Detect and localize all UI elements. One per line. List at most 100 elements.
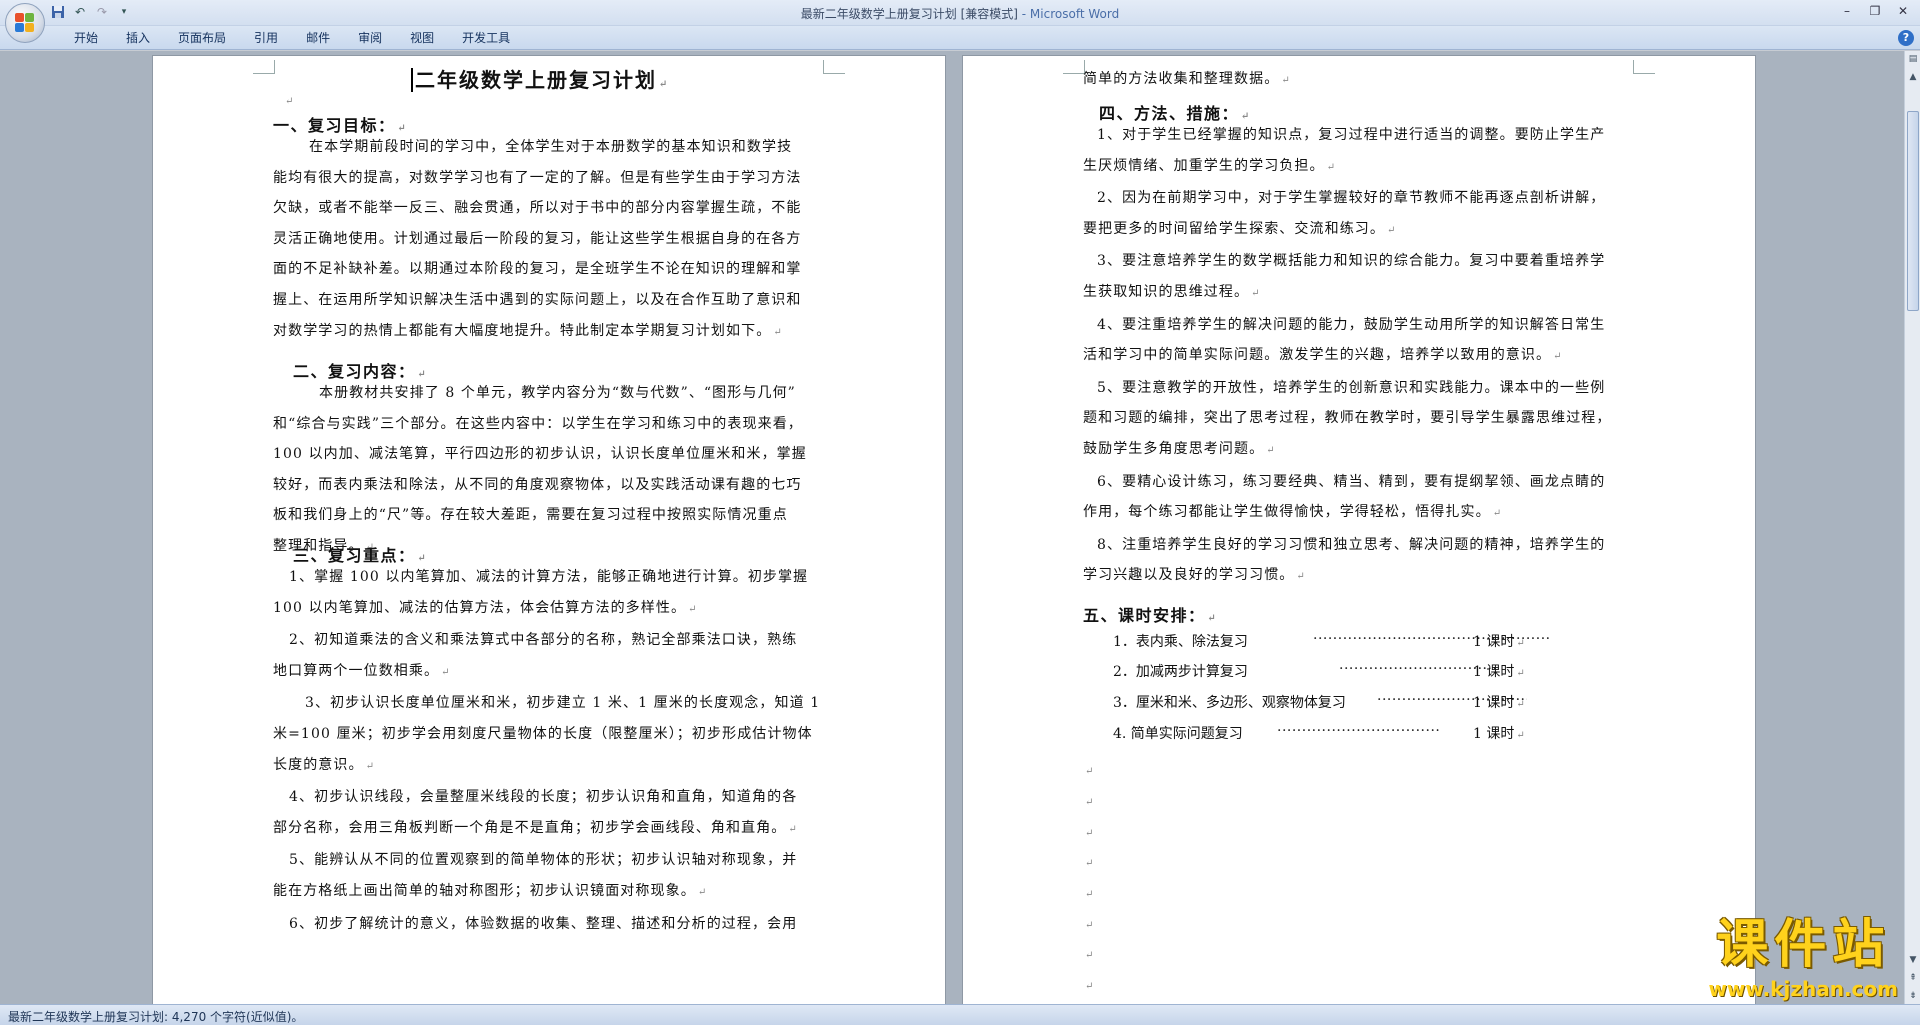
- schedule-period: 1 课时 ↵: [1473, 661, 1525, 681]
- schedule-row: 3．厘米和米、多边形、观察物体复习 ······················…: [1113, 692, 1553, 712]
- body-line: 和“综合与实践”三个部分。在这些内容中：以学生在学习和练习中的表现来看，: [273, 415, 803, 432]
- body-line: 3、初步认识长度单位厘米和米，初步建立 1 米、1 厘米的长度观念，知道 1: [305, 695, 821, 712]
- document-area: 二年级数学上册复习计划 ↵ ↵ 一、复习目标： ↵ 在本学期前段时间的学习中，全体学…: [0, 51, 1904, 1004]
- para-mark: ↵: [1251, 287, 1261, 299]
- minimize-icon[interactable]: –: [1834, 2, 1860, 20]
- body-line-text: 部分名称，会用三角板判断一个角是不是直角；初步学会画线段、角和直角。: [273, 819, 787, 836]
- body-line-text: 生获取知识的思维过程。: [1083, 283, 1250, 300]
- tab-developer[interactable]: 开发工具: [448, 30, 524, 46]
- schedule-item-name: 4. 简单实际问题复习: [1113, 726, 1243, 742]
- body-line: 本册教材共安排了 8 个单元，教学内容分为“数与代数”、“图形与几何”: [319, 385, 796, 401]
- para-mark: ↵: [1085, 981, 1094, 992]
- title-bar: ↶ ↷ ▾ 最新二年级数学上册复习计划 [兼容模式] - Microsoft W…: [0, 0, 1920, 26]
- tab-insert[interactable]: 插入: [112, 30, 164, 46]
- schedule-period-text: 1 课时: [1473, 664, 1515, 680]
- tab-view[interactable]: 视图: [396, 30, 448, 46]
- body-line-text: 对数学学习的热情上都能有大幅度地提升。特此制定本学期复习计划如下。: [273, 322, 772, 339]
- empty-paragraph: ↵: [1083, 793, 1093, 809]
- close-icon[interactable]: ✕: [1890, 2, 1916, 20]
- para-mark: ↵: [441, 666, 451, 678]
- para-mark: ↵: [1085, 797, 1094, 808]
- vertical-scrollbar[interactable]: ▤ ▲ ▼ ⇞ ⇟: [1904, 51, 1920, 1004]
- body-line: 4、初步认识线段，会量整厘米线段的长度；初步认识角和直角，知道角的各: [289, 789, 798, 806]
- window-title: 最新二年级数学上册复习计划 [兼容模式] - Microsoft Word: [0, 5, 1920, 22]
- office-button[interactable]: [5, 3, 45, 43]
- para-mark: ↵: [1085, 766, 1094, 777]
- para-mark: ↵: [1085, 950, 1094, 961]
- empty-paragraph: ↵: [1083, 885, 1093, 901]
- tab-page-layout[interactable]: 页面布局: [164, 30, 240, 46]
- schedule-item-name: 1．表内乘、除法复习: [1113, 634, 1248, 650]
- body-line: 握上、在运用所学知识解决生活中遇到的实际问题上，以及在合作互助了意识和: [273, 291, 802, 308]
- body-line: 生厌烦情绪、加重学生的学习负担。 ↵: [1083, 151, 1635, 184]
- body-line: 部分名称，会用三角板判断一个角是不是直角；初步学会画线段、角和直角。 ↵: [273, 813, 825, 846]
- body-line: 2、初知道乘法的含义和乘法算式中各部分的名称，熟记全部乘法口诀，熟练: [289, 632, 798, 649]
- body-line: 100 以内加、减法笔算，平行四边形的初步认识，认识长度单位厘米和米，掌握: [273, 446, 807, 463]
- restore-icon[interactable]: ❐: [1862, 2, 1888, 20]
- section-1-body: 在本学期前段时间的学习中，全体学生对于本册数学的基本知识和数学技 能均有很大的提…: [273, 132, 825, 348]
- body-line: 生获取知识的思维过程。 ↵: [1083, 277, 1635, 310]
- para-mark: ↵: [697, 886, 708, 898]
- body-line: 5、能辨认从不同的位置观察到的简单物体的形状；初步认识轴对称现象，并: [289, 852, 798, 869]
- word-count-status[interactable]: 最新二年级数学上册复习计划: 4,270 个字符(近似值)。: [8, 1008, 303, 1025]
- body-line: 欠缺，或者不能举一反三、融会贯通，所以对于书中的部分内容掌握生疏，不能: [273, 200, 802, 217]
- para-mark: ↵: [659, 79, 670, 90]
- previous-page-icon[interactable]: ⇞: [1905, 970, 1920, 986]
- para-mark: ↵: [1516, 699, 1525, 710]
- app-name: - Microsoft Word: [1017, 7, 1120, 21]
- body-line: 简单的方法收集和整理数据。 ↵: [1083, 64, 1635, 97]
- doc-title: 二年级数学上册复习计划 ↵: [411, 64, 669, 93]
- body-line: 8、注重培养学生良好的学习习惯和独立思考、解决问题的精神，培养学生的: [1097, 536, 1606, 553]
- next-page-icon[interactable]: ⇟: [1905, 988, 1920, 1004]
- body-line: 较好，而表内乘法和除法，从不同的角度观察物体，以及实践活动课有趣的七巧: [273, 476, 802, 493]
- document-title: 最新二年级数学上册复习计划 [兼容模式]: [800, 7, 1018, 21]
- doc-title-text: 二年级数学上册复习计划: [411, 68, 657, 92]
- para-mark: ↵: [788, 823, 798, 835]
- scroll-down-icon[interactable]: ▼: [1905, 952, 1920, 968]
- help-icon[interactable]: ?: [1898, 30, 1914, 46]
- scroll-thumb[interactable]: [1907, 111, 1919, 311]
- body-line: 作用，每个练习都能让学生做得愉快，学得轻松，悟得扎实。 ↵: [1083, 497, 1635, 530]
- scroll-up-icon[interactable]: ▲: [1905, 69, 1920, 85]
- body-line-text: 活和学习中的简单实际问题。激发学生的兴趣，培养学以致用的意识。: [1083, 347, 1552, 364]
- empty-paragraph: ↵: [1083, 946, 1093, 962]
- body-line-text: 100 以内笔算加、减法的估算方法，体会估算方法的多样性。: [273, 599, 687, 616]
- para-mark: ↵: [1266, 444, 1276, 456]
- page-right[interactable]: 简单的方法收集和整理数据。 ↵ 四、方法、措施： ↵ 1、对于学生已经掌握的知识点，…: [962, 55, 1756, 1004]
- schedule-row: 2．加减两步计算复习 ·····························…: [1113, 661, 1553, 681]
- tab-review[interactable]: 审阅: [344, 30, 396, 46]
- para-mark: ↵: [1085, 889, 1094, 900]
- body-line: 米=100 厘米；初步学会用刻度尺量物体的长度（限整厘米）；初步形成估计物体: [273, 725, 813, 742]
- body-line-text: 学习兴趣以及良好的学习习惯。: [1083, 567, 1295, 584]
- section-heading-text: 五、课时安排：: [1083, 606, 1206, 625]
- schedule-item-name: 2．加减两步计算复习: [1113, 664, 1248, 680]
- empty-paragraph: ↵: [1083, 977, 1093, 993]
- body-line: 鼓励学生多角度思考问题。 ↵: [1083, 434, 1635, 467]
- empty-paragraph: ↵: [1083, 854, 1093, 870]
- body-line-text: 长度的意识。: [273, 756, 364, 773]
- tab-home[interactable]: 开始: [60, 30, 112, 46]
- watermark-brand: 课件站: [1716, 915, 1891, 975]
- para-mark: ↵: [1326, 161, 1337, 173]
- para-mark: ↵: [365, 760, 376, 772]
- body-line: 长度的意识。 ↵: [273, 750, 825, 783]
- para-mark: ↵: [1516, 730, 1525, 741]
- schedule-period-text: 1 课时: [1473, 695, 1515, 711]
- body-line: 6、初步了解统计的意义，体验数据的收集、整理、描述和分析的过程，会用: [289, 915, 798, 932]
- body-line: 地口算两个一位数相乘。 ↵: [273, 656, 825, 689]
- ruler-toggle-icon[interactable]: ▤: [1905, 51, 1920, 67]
- watermark-url: www.kjzhan.com: [1708, 977, 1898, 1001]
- body-line-text: 地口算两个一位数相乘。: [273, 662, 440, 679]
- body-line: 100 以内笔算加、减法的估算方法，体会估算方法的多样性。 ↵: [273, 593, 825, 626]
- page-left[interactable]: 二年级数学上册复习计划 ↵ ↵ 一、复习目标： ↵ 在本学期前段时间的学习中，全体学…: [152, 55, 946, 1004]
- tab-references[interactable]: 引用: [240, 30, 292, 46]
- window-controls: – ❐ ✕: [1834, 2, 1916, 20]
- section-4-body: 1、对于学生已经掌握的知识点，复习过程中进行适当的调整。要防止学生产 生厌烦情绪…: [1083, 120, 1635, 593]
- site-watermark-logo: 课件站 www.kjzhan.com: [1708, 902, 1898, 1001]
- body-line: 6、要精心设计练习，练习要经典、精当、精到，要有提纲挈领、画龙点睛的: [1097, 473, 1606, 490]
- body-line: 要把更多的时间留给学生探索、交流和练习。 ↵: [1083, 214, 1635, 247]
- tab-mailings[interactable]: 邮件: [292, 30, 344, 46]
- body-line: 能在方格纸上画出简单的轴对称图形；初步认识镜面对称现象。 ↵: [273, 876, 825, 909]
- para-mark: ↵: [1085, 920, 1094, 931]
- para-mark: ↵: [1085, 828, 1094, 839]
